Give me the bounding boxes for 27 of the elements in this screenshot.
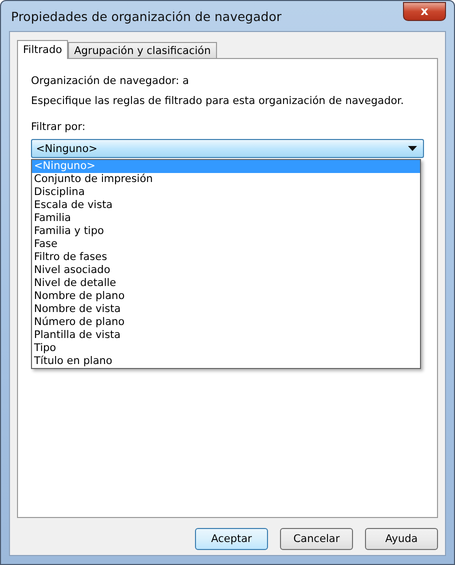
- filter-label: Filtrar por:: [31, 121, 86, 134]
- dropdown-option[interactable]: Plantilla de vista: [32, 329, 420, 342]
- tab[interactable]: Agrupación y clasificación: [68, 42, 217, 58]
- dropdown-option[interactable]: Filtro de fases: [32, 251, 420, 264]
- dialog-button[interactable]: Ayuda: [365, 528, 438, 550]
- dropdown-option[interactable]: Nombre de vista: [32, 303, 420, 316]
- dropdown-option[interactable]: Nivel de detalle: [32, 277, 420, 290]
- dropdown-option[interactable]: Título en plano: [32, 355, 420, 368]
- dropdown-option[interactable]: Familia: [32, 212, 420, 225]
- dialog-button[interactable]: Aceptar: [195, 528, 268, 550]
- window-title: Propiedades de organización de navegador: [10, 8, 282, 24]
- description-text: Especifique las reglas de filtrado para esta organización de navegador.: [31, 95, 405, 108]
- dropdown-option[interactable]: Conjunto de impresión: [32, 173, 420, 186]
- dropdown-option[interactable]: Fase: [32, 238, 420, 251]
- organization-label: Organización de navegador: a: [31, 75, 190, 88]
- close-button[interactable]: x: [403, 2, 446, 20]
- filter-dropdown[interactable]: <Ninguno>: [31, 139, 424, 158]
- dropdown-option[interactable]: Escala de vista: [32, 199, 420, 212]
- dropdown-option[interactable]: Nivel asociado: [32, 264, 420, 277]
- dialog-button[interactable]: Cancelar: [280, 528, 353, 550]
- caret-icon: [408, 146, 417, 151]
- dropdown-option[interactable]: Número de plano: [32, 316, 420, 329]
- dropdown-option[interactable]: Disciplina: [32, 186, 420, 199]
- dropdown-option[interactable]: Nombre de plano: [32, 290, 420, 303]
- tab[interactable]: Filtrado: [17, 40, 68, 59]
- dropdown-option[interactable]: Familia y tipo: [32, 225, 420, 238]
- dropdown-option[interactable]: Tipo: [32, 342, 420, 355]
